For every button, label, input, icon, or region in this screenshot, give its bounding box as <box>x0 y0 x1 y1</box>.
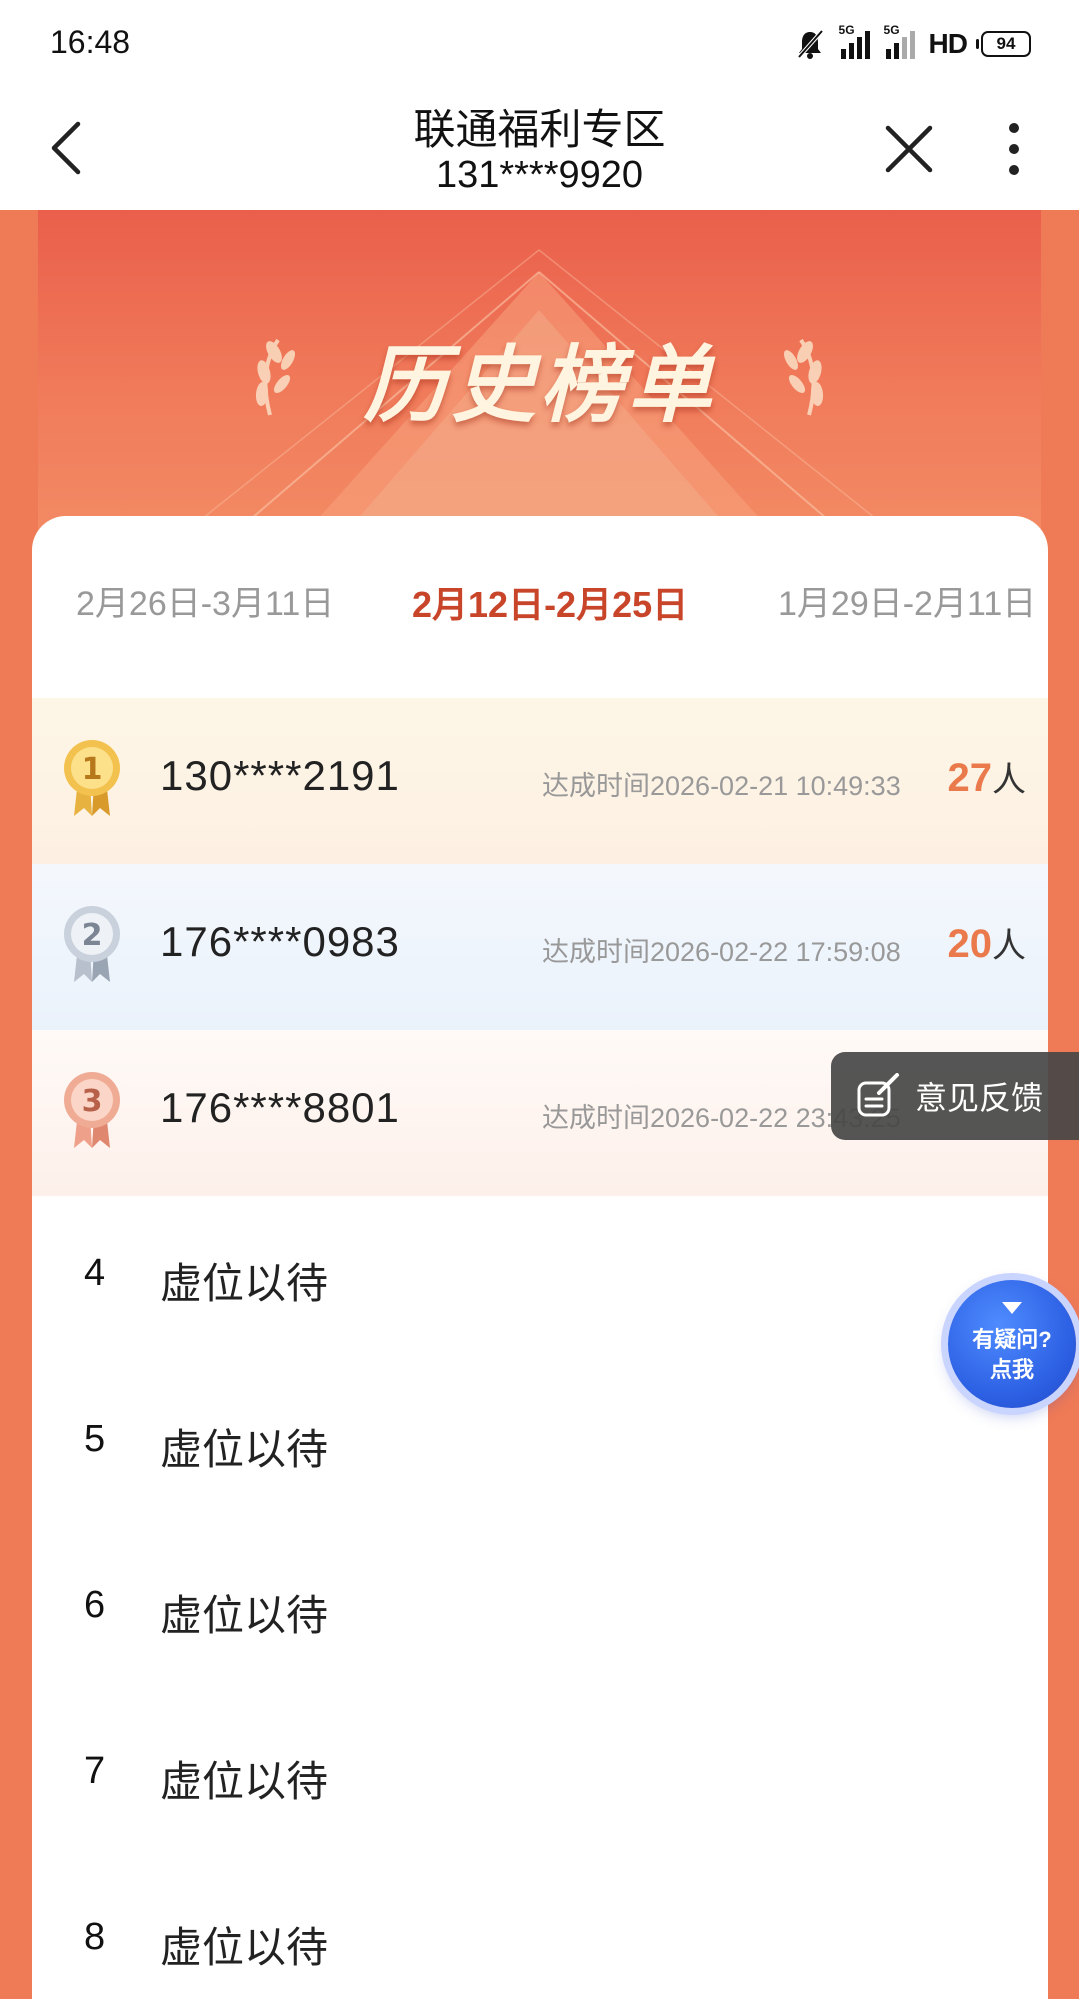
status-icons: 5G 5G HD 94 <box>795 23 1031 64</box>
help-button[interactable]: 有疑问? 点我 <box>948 1280 1076 1408</box>
ranking-placeholder: 虚位以待 <box>160 1924 329 1971</box>
triangle-down-icon <box>1002 1302 1022 1314</box>
period-tabs: 2月26日-3月11日 2月12日-2月25日 1月29日-2月11日 <box>32 516 1048 666</box>
ranking-card: 2月26日-3月11日 2月12日-2月25日 1月29日-2月11日 1 13… <box>32 516 1048 2016</box>
close-icon[interactable] <box>880 120 938 178</box>
signal-5g-icon: 5G <box>839 23 870 59</box>
bronze-medal-icon: 3 <box>64 1072 120 1148</box>
ranking-row: 1 130****2191 达成时间2026-02-21 10:49:33 27… <box>32 698 1048 864</box>
svg-text:2: 2 <box>82 918 103 953</box>
rank-number: 8 <box>84 1916 106 1958</box>
feedback-label: 意见反馈 <box>915 1080 1044 1116</box>
banner-title: 历史榜单 <box>363 336 716 434</box>
rank-number: 4 <box>84 1252 106 1294</box>
tab-period-2[interactable]: 2月12日-2月25日 <box>412 576 688 628</box>
status-time: 16:48 <box>50 24 131 60</box>
ranking-placeholder: 虚位以待 <box>160 1260 329 1307</box>
tab-period-1[interactable]: 2月26日-3月11日 <box>76 576 334 625</box>
rank-number: 5 <box>84 1418 106 1460</box>
ranking-phone: 176****8801 <box>160 1084 400 1131</box>
edit-note-icon <box>857 1073 899 1117</box>
ranking-count: 20人 <box>947 922 1027 966</box>
battery-icon: 94 <box>976 31 1031 57</box>
feedback-button[interactable]: 意见反馈 <box>831 1052 1079 1140</box>
signal-5g-icon: 5G <box>884 23 915 59</box>
rank-number: 6 <box>84 1584 106 1626</box>
ranking-row: 4 虚位以待 <box>32 1196 1048 1362</box>
ranking-row: 2 176****0983 达成时间2026-02-22 17:59:08 20… <box>32 864 1048 1030</box>
ranking-count: 27人 <box>947 756 1027 800</box>
ranking-time: 达成时间2026-02-22 17:59:08 <box>542 937 901 967</box>
ranking-row: 6 虚位以待 <box>32 1528 1048 1694</box>
hd-icon: HD <box>928 28 968 59</box>
ranking-row: 5 虚位以待 <box>32 1362 1048 1528</box>
tab-period-3[interactable]: 1月29日-2月11日 <box>778 576 1036 625</box>
ranking-phone: 176****0983 <box>160 918 400 965</box>
svg-text:1: 1 <box>82 752 103 787</box>
ranking-placeholder: 虚位以待 <box>160 1758 329 1805</box>
help-label-2: 点我 <box>989 1357 1034 1382</box>
ranking-row: 7 虚位以待 <box>32 1694 1048 1860</box>
ranking-row: 8 虚位以待 <box>32 1860 1048 2016</box>
svg-text:3: 3 <box>82 1084 103 1119</box>
rank-number: 7 <box>84 1750 106 1792</box>
status-bar: 16:48 5G 5G HD 94 <box>0 0 1079 90</box>
ranking-phone: 130****2191 <box>160 752 400 799</box>
mute-bell-icon <box>797 29 824 59</box>
help-label-1: 有疑问? <box>972 1327 1052 1352</box>
ranking-time: 达成时间2026-02-21 10:49:33 <box>542 771 901 801</box>
nav-bar: 联通福利专区 131****9920 <box>0 90 1079 210</box>
silver-medal-icon: 2 <box>64 906 120 982</box>
gold-medal-icon: 1 <box>64 740 120 816</box>
ranking-placeholder: 虚位以待 <box>160 1592 329 1639</box>
more-vertical-icon[interactable] <box>998 120 1030 178</box>
banner: 历史榜单 <box>38 210 1041 530</box>
ranking-placeholder: 虚位以待 <box>160 1426 329 1473</box>
